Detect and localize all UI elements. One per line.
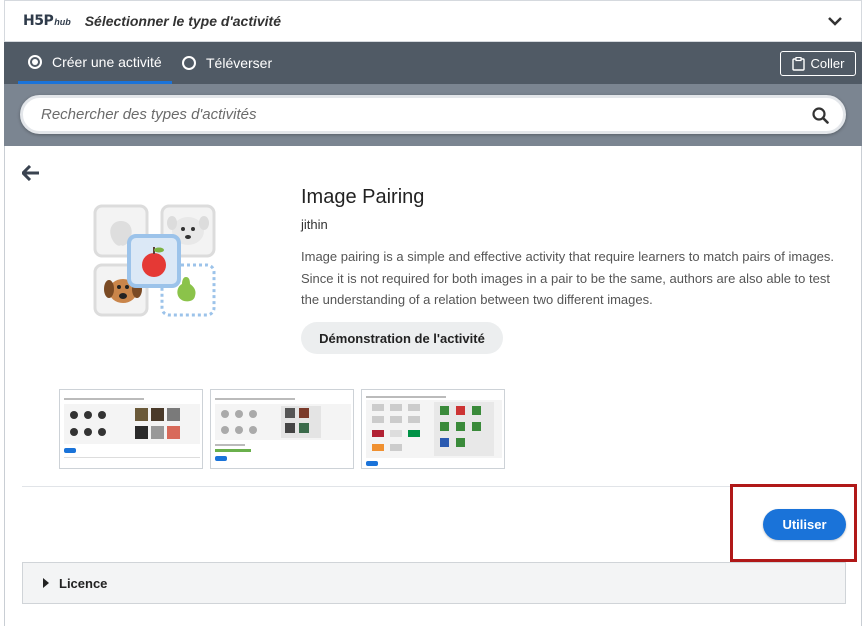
caret-right-icon <box>43 578 49 588</box>
tabs-bar: Créer une activité Téléverser Coller <box>4 42 862 84</box>
back-arrow-icon[interactable] <box>22 165 40 181</box>
clipboard-icon <box>791 56 805 71</box>
activity-owner: jithin <box>301 217 328 232</box>
divider <box>22 486 844 487</box>
image-pairing-illustration-icon <box>93 204 216 317</box>
screenshot-thumbnail-2[interactable] <box>210 389 354 469</box>
screenshot-2-image <box>215 398 351 461</box>
paste-button-label: Coller <box>810 56 845 71</box>
h5p-logo: H5P hub <box>23 13 71 29</box>
licence-label: Licence <box>59 575 108 591</box>
tab-upload[interactable]: Téléverser <box>182 42 272 84</box>
search-input[interactable] <box>41 106 781 123</box>
licence-accordion[interactable]: Licence <box>22 562 846 604</box>
activity-description: Image pairing is a simple and effective … <box>301 249 835 307</box>
radio-icon <box>182 56 196 70</box>
hub-header[interactable]: H5P hub Sélectionner le type d'activité <box>4 0 862 42</box>
search-area <box>4 84 862 146</box>
hub-title: Sélectionner le type d'activité <box>84 13 282 29</box>
search-box[interactable] <box>20 95 846 134</box>
highlight-annotation-box <box>730 484 857 562</box>
logo-main: H5P <box>23 13 54 29</box>
screenshot-thumbnail-3[interactable] <box>361 389 505 469</box>
search-icon[interactable] <box>812 107 829 124</box>
tab-create-label: Créer une activité <box>52 53 162 70</box>
activity-title: Image Pairing <box>301 186 425 208</box>
screenshot-thumbnail-1[interactable] <box>59 389 203 469</box>
chevron-down-icon[interactable] <box>827 13 843 29</box>
tab-create-activity[interactable]: Créer une activité <box>18 42 172 84</box>
demo-button[interactable]: Démonstration de l'activité <box>301 322 503 354</box>
screenshot-1-image <box>64 398 200 458</box>
tab-upload-label: Téléverser <box>206 55 273 71</box>
screenshot-3-image <box>366 396 502 466</box>
logo-sub: hub <box>54 17 71 27</box>
paste-button[interactable]: Coller <box>780 51 856 76</box>
radio-checked-icon <box>28 54 42 69</box>
